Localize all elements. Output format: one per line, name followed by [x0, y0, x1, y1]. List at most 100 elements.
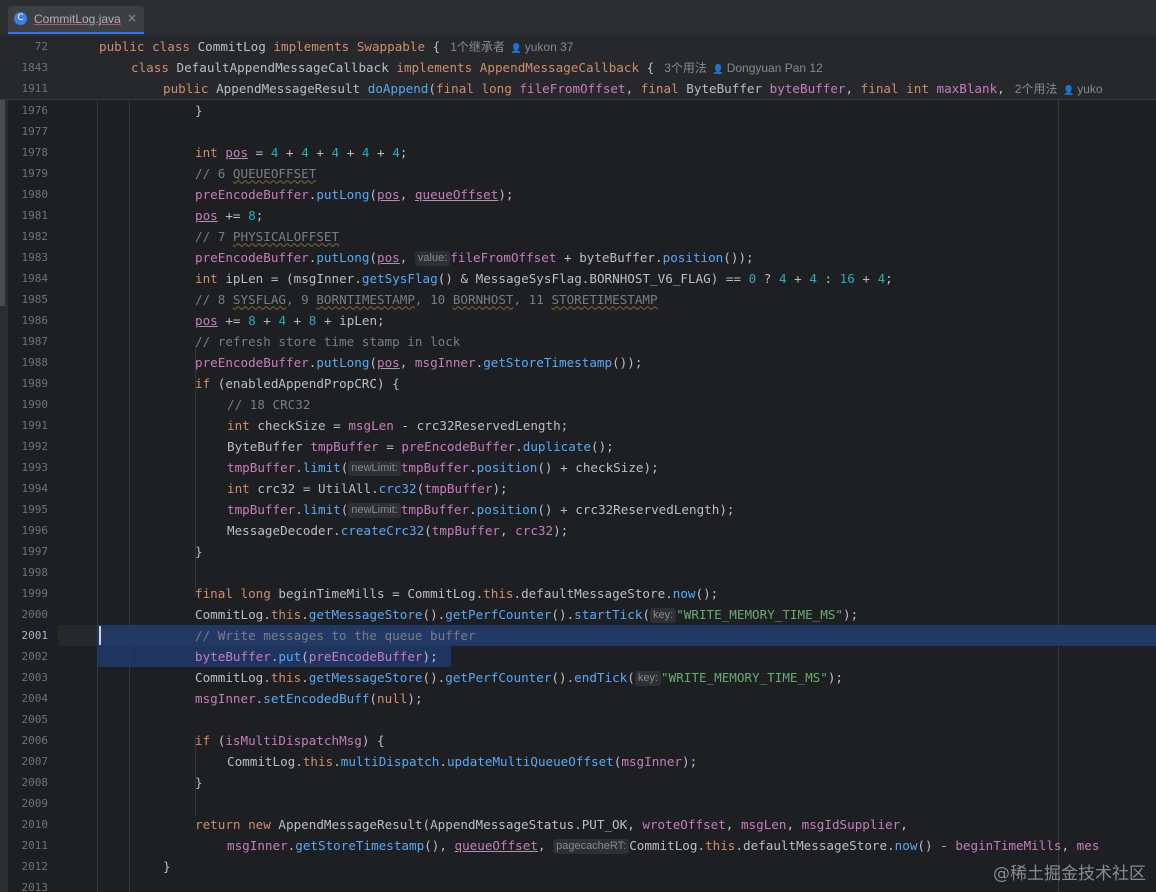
line-number: 1977 — [21, 125, 49, 138]
code-token: . — [469, 460, 477, 475]
code-row[interactable]: 1984 int ipLen = (msgInner.getSysFlag() &… — [0, 268, 1156, 289]
code-row[interactable]: 1999 final long beginTimeMills = CommitLo… — [0, 583, 1156, 604]
code-token: // 6 QUEUEOFFSET — [195, 166, 317, 181]
code-token: this — [270, 607, 302, 622]
line-number: 2008 — [21, 776, 49, 789]
code-row[interactable]: 2010 return new AppendMessageResult(Appen… — [0, 814, 1156, 835]
code-token: CommitLog — [197, 39, 274, 54]
code-token: . — [333, 754, 341, 769]
code-editor[interactable]: @稀土掘金技术社区 72 public class CommitLog imple… — [0, 36, 1156, 892]
usage-count[interactable]: 2个用法 — [1005, 82, 1058, 96]
author-hint[interactable]: 👤 Dongyuan Pan 12 — [707, 61, 823, 75]
code-token: = — [325, 418, 349, 433]
code-token: if — [195, 733, 218, 748]
code-row[interactable]: 2008} — [0, 772, 1156, 793]
code-row[interactable]: 1995 tmpBuffer.limit(newLimit: tmpBuffer.p… — [0, 499, 1156, 520]
code-row[interactable]: 1977 — [0, 121, 1156, 142]
line-number: 2001 — [21, 629, 49, 642]
code-token: queueOffset — [454, 838, 538, 853]
code-line: return new AppendMessageResult(AppendMes… — [195, 814, 908, 835]
code-token: defaultMessageStore — [521, 586, 666, 601]
code-token: position — [662, 250, 724, 265]
code-token: ); — [553, 523, 569, 538]
code-row[interactable]: 1986 pos += 8 + 4 + 8 + ipLen; — [0, 310, 1156, 331]
code-token: ByteBuffer — [686, 81, 770, 96]
code-token: msgInner — [293, 271, 355, 286]
code-row[interactable]: 1989 if (enabledAppendPropCRC) { — [0, 373, 1156, 394]
line-number: 2004 — [21, 692, 49, 705]
usage-count[interactable]: 3个用法 — [654, 61, 707, 75]
code-row[interactable]: 1997} — [0, 541, 1156, 562]
code-token: getPerfCounter — [445, 670, 552, 685]
code-token: , — [537, 838, 554, 853]
code-row[interactable]: 2013 — [0, 877, 1156, 892]
code-line: // Write messages to the queue buffer — [195, 625, 476, 646]
code-row[interactable]: 1982 // 7 PHYSICALOFFSET — [0, 226, 1156, 247]
code-token: pos — [377, 355, 400, 370]
usage-count[interactable]: 1个继承者 — [440, 40, 505, 54]
line-number: 1911 — [21, 82, 49, 95]
code-token: class — [131, 60, 177, 75]
code-row[interactable]: 1993 tmpBuffer.limit(newLimit: tmpBuffer.p… — [0, 457, 1156, 478]
author-hint[interactable]: 👤 yuko — [1057, 82, 1102, 96]
code-token: preEncodeBuffer — [308, 649, 423, 664]
code-token: , — [500, 523, 516, 538]
code-token: (enabledAppendPropCRC) { — [217, 376, 400, 391]
code-line: preEncodeBuffer. putLong(pos, value: fileF… — [195, 247, 754, 268]
text-caret — [99, 626, 101, 645]
code-row[interactable]: 1980 preEncodeBuffer.putLong(pos, queueOf… — [0, 184, 1156, 205]
code-row[interactable]: 1991 int checkSize = msgLen - crc32Reserv… — [0, 415, 1156, 436]
code-row[interactable]: 1988 preEncodeBuffer.putLong(pos, msgInne… — [0, 352, 1156, 373]
code-row[interactable]: 1978 int pos = 4 + 4 + 4 + 4 + 4; — [0, 142, 1156, 163]
code-row[interactable]: 2011 msgInner. getStoreTimestamp(), queueO… — [0, 835, 1156, 856]
code-row[interactable]: 2002 byteBuffer.put(preEncodeBuffer); — [0, 646, 1156, 667]
code-token: final — [436, 81, 482, 96]
code-token: , — [997, 81, 1005, 96]
code-token: . — [665, 586, 673, 601]
code-token: . — [887, 838, 895, 853]
code-token: tmpBuffer — [227, 460, 296, 475]
code-row[interactable]: 1981 pos += 8; — [0, 205, 1156, 226]
code-row[interactable]: 2006 if (isMultiDispatchMsg) { — [0, 730, 1156, 751]
code-line: // refresh store time stamp in lock — [195, 331, 460, 352]
code-token: ; — [377, 313, 385, 328]
sticky-scope-line[interactable]: 1911 public AppendMessageResult doAppend(… — [0, 78, 1156, 99]
author-hint[interactable]: 👤 yukon 37 — [505, 40, 574, 54]
code-row[interactable]: 2007 CommitLog.this.multiDispatch.updateM… — [0, 751, 1156, 772]
code-row[interactable]: 2012} — [0, 856, 1156, 877]
code-token: now — [672, 586, 696, 601]
code-row[interactable]: 2001 // Write messages to the queue buffe… — [0, 625, 1156, 646]
code-token: = CommitLog. — [384, 586, 484, 601]
code-row[interactable]: 2004 msgInner.setEncodedBuff(null); — [0, 688, 1156, 709]
code-row[interactable]: 1979 // 6 QUEUEOFFSET — [0, 163, 1156, 184]
code-token: (); — [695, 586, 719, 601]
tab-commitlog-java[interactable]: C CommitLog.java × — [8, 6, 144, 34]
code-row[interactable]: 1987 // refresh store time stamp in lock — [0, 331, 1156, 352]
sticky-scope-line[interactable]: 1843 class DefaultAppendMessageCallback i… — [0, 57, 1156, 78]
code-row[interactable]: 1990 // 18 CRC32 — [0, 394, 1156, 415]
code-token: = ( — [263, 271, 294, 286]
code-token: maxBlank — [936, 81, 998, 96]
code-line: public AppendMessageResult doAppend(fina… — [163, 78, 1103, 102]
code-row[interactable]: 1985 // 8 SYSFLAG, 9 BORNTIMESTAMP, 10 BO… — [0, 289, 1156, 310]
code-token: int — [227, 481, 258, 496]
code-row[interactable]: 2000 CommitLog.this.getMessageStore().get… — [0, 604, 1156, 625]
code-row[interactable]: 2009 — [0, 793, 1156, 814]
close-icon[interactable]: × — [127, 11, 137, 25]
parameter-hint: value: — [414, 251, 451, 266]
code-token: multiDispatch — [340, 754, 440, 769]
code-token: ( — [369, 187, 377, 202]
code-row[interactable]: 1998 — [0, 562, 1156, 583]
code-row[interactable]: 1996 MessageDecoder.createCrc32(tmpBuffer… — [0, 520, 1156, 541]
code-token: final — [860, 81, 907, 96]
code-row[interactable]: 2003 CommitLog.this.getMessageStore().get… — [0, 667, 1156, 688]
code-row[interactable]: 1976} — [0, 100, 1156, 121]
code-row[interactable]: 2005 — [0, 709, 1156, 730]
line-number: 2000 — [21, 608, 49, 621]
code-row[interactable]: 1983 preEncodeBuffer. putLong(pos, value: f… — [0, 247, 1156, 268]
code-token: wroteOffset — [642, 817, 726, 832]
code-row[interactable]: 1994 int crc32 = UtilAll.crc32(tmpBuffer)… — [0, 478, 1156, 499]
person-icon: 👤 — [706, 65, 727, 75]
code-row[interactable]: 1992 ByteBuffer tmpBuffer = preEncodeBuff… — [0, 436, 1156, 457]
sticky-scope-line[interactable]: 72 public class CommitLog implements Swap… — [0, 36, 1156, 57]
